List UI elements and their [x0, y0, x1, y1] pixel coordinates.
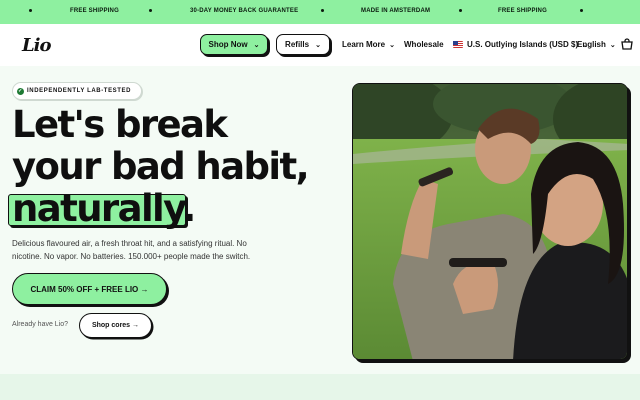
announcement-bar: FREE SHIPPING 30-DAY MONEY BACK GUARANTE…	[0, 0, 640, 24]
site-header: Lio Shop Now ⌄ Refills ⌄ Learn More ⌄ Who…	[0, 24, 640, 66]
refills-label: Refills	[285, 40, 310, 49]
announcement-made-in-amsterdam: MADE IN AMSTERDAM	[361, 8, 431, 14]
announcement-free-shipping: FREE SHIPPING	[70, 8, 119, 14]
bullet-icon	[29, 9, 32, 12]
chevron-down-icon: ⌄	[253, 41, 260, 49]
us-flag-icon	[453, 41, 463, 48]
shop-cores-button[interactable]: Shop cores →	[79, 313, 152, 338]
already-have-label: Already have Lio?	[12, 321, 69, 328]
logo[interactable]: Lio	[22, 35, 51, 56]
chevron-down-icon: ⌄	[389, 42, 395, 49]
language-selector[interactable]: English ⌄	[577, 40, 616, 49]
badge-label: INDEPENDENTLY LAB-TESTED	[27, 88, 132, 94]
region-selector[interactable]: U.S. Outlying Islands (USD $) ⌄	[453, 40, 588, 49]
hero-headline: Let's break your bad habit, naturally.	[8, 103, 310, 230]
cart-icon[interactable]	[621, 38, 633, 50]
check-icon: ✓	[17, 88, 24, 95]
language-label: English	[577, 40, 606, 49]
headline-line-1: Let's break	[12, 103, 228, 146]
announcement-money-back: 30-DAY MONEY BACK GUARANTEE	[190, 8, 299, 14]
chevron-down-icon: ⌄	[609, 42, 616, 49]
bullet-icon	[580, 9, 583, 12]
region-label: U.S. Outlying Islands (USD $)	[467, 40, 579, 49]
headline-highlight: naturally.	[8, 187, 196, 230]
hero-subcopy: Delicious flavoured air, a fresh throat …	[12, 239, 251, 261]
shop-now-button[interactable]: Shop Now ⌄	[200, 34, 268, 55]
learn-more-label: Learn More	[342, 40, 386, 49]
claim-offer-button[interactable]: CLAIM 50% OFF + FREE LIO →	[12, 273, 167, 305]
learn-more-menu[interactable]: Learn More ⌄	[342, 40, 395, 49]
refills-button[interactable]: Refills ⌄	[276, 34, 330, 55]
announcement-free-shipping-2: FREE SHIPPING	[498, 8, 547, 14]
shop-now-label: Shop Now	[208, 40, 248, 49]
hero-photo	[352, 83, 628, 360]
bullet-icon	[149, 9, 152, 12]
chevron-down-icon: ⌄	[315, 41, 321, 49]
wholesale-link[interactable]: Wholesale	[404, 40, 444, 49]
bullet-icon	[321, 9, 324, 12]
lab-tested-badge: ✓ INDEPENDENTLY LAB-TESTED	[12, 82, 143, 100]
next-section-band	[0, 374, 640, 400]
bullet-icon	[459, 9, 462, 12]
headline-line-2: your bad habit,	[12, 145, 310, 188]
